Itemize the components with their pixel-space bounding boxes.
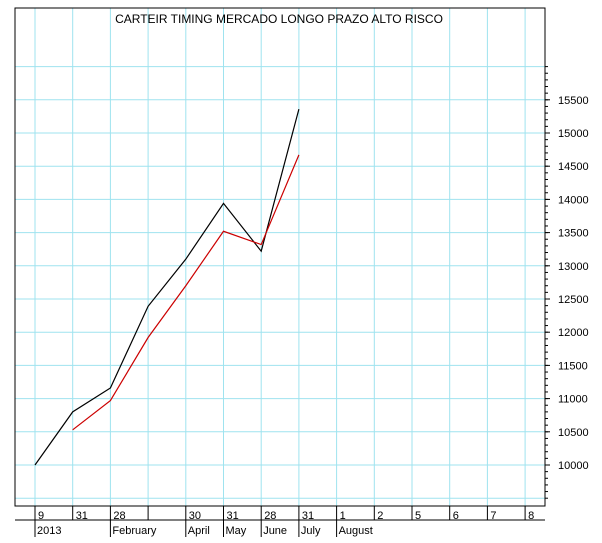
chart: CARTEIR TIMING MERCADO LONGO PRAZO ALTO … [0, 0, 602, 543]
x-tick-label: 5 [415, 510, 421, 522]
y-tick-label: 12000 [558, 327, 589, 339]
x-tick-label: 31 [76, 510, 88, 522]
x-tick-label: 30 [189, 510, 201, 522]
x-tick-label: 1 [340, 510, 346, 522]
y-tick-label: 14000 [558, 194, 589, 206]
x-period-label: July [301, 525, 321, 537]
x-period-label: August [339, 525, 373, 537]
plot-background [0, 0, 602, 543]
y-tick-label: 10000 [558, 460, 589, 472]
x-tick-label: 28 [264, 510, 276, 522]
x-tick-label: 9 [38, 510, 44, 522]
y-tick-label: 15000 [558, 128, 589, 140]
x-tick-label: 31 [302, 510, 314, 522]
x-period-label: 2013 [37, 525, 61, 537]
y-tick-label: 10500 [558, 427, 589, 439]
x-tick-label: 8 [528, 510, 534, 522]
x-period-label: June [263, 525, 287, 537]
x-tick-label: 6 [453, 510, 459, 522]
chart-title: CARTEIR TIMING MERCADO LONGO PRAZO ALTO … [115, 12, 443, 26]
x-tick-label: 2 [377, 510, 383, 522]
x-tick-label: 7 [490, 510, 496, 522]
x-period-label: April [188, 525, 210, 537]
y-tick-label: 13500 [558, 228, 589, 240]
x-tick-label: 31 [227, 510, 239, 522]
x-period-label: May [226, 525, 247, 537]
y-tick-label: 11000 [558, 394, 588, 406]
y-tick-label: 13000 [558, 261, 589, 273]
y-tick-label: 12500 [558, 294, 589, 306]
x-tick-label: 28 [113, 510, 125, 522]
y-tick-label: 14500 [558, 161, 589, 173]
y-tick-label: 15500 [558, 95, 589, 107]
y-tick-label: 11500 [558, 360, 588, 372]
x-period-label: February [112, 525, 157, 537]
